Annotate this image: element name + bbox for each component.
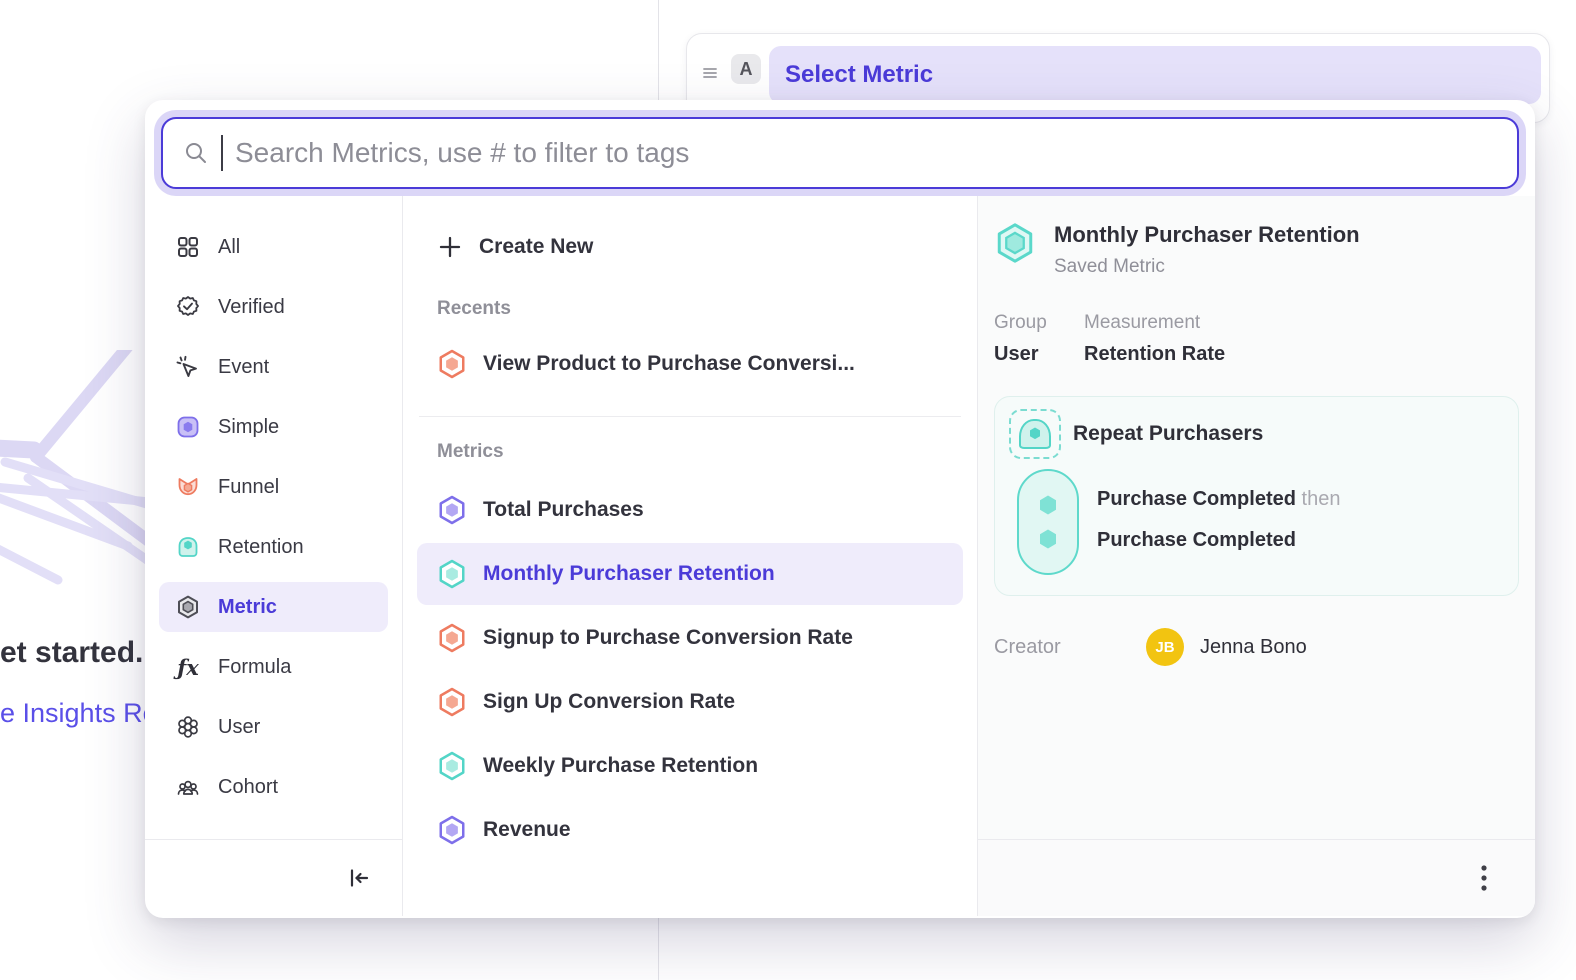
sidebar-item-user[interactable]: User [159,702,388,752]
sidebar-item-label: Event [218,356,269,379]
step-connector: then [1302,488,1341,510]
sidebar-item-event[interactable]: Event [159,342,388,392]
user-cluster-icon [175,714,201,740]
group-label: Group [994,312,1084,334]
measurement-label: Measurement [1084,312,1225,334]
sidebar-item-metric[interactable]: Metric [159,582,388,632]
sidebar-item-funnel[interactable]: Funnel [159,462,388,512]
metric-list-panel: Create New Recents View Product to Purch… [402,196,978,916]
metric-row-weekly-purchase-retention[interactable]: Weekly Purchase Retention [417,735,963,797]
metric-row-revenue[interactable]: Revenue [417,799,963,861]
sidebar-item-all[interactable]: All [159,222,388,272]
row-letter-badge: A [731,54,761,84]
hexagon-orange-icon [437,623,467,653]
formula-fx-icon: ƒx [175,654,201,680]
collapse-sidebar-button[interactable] [346,865,372,891]
metric-picker-modal: All Verified [145,100,1535,918]
metric-label: Monthly Purchaser Retention [483,562,775,586]
detail-title: Monthly Purchaser Retention [1054,222,1360,248]
create-new-button[interactable]: Create New [403,220,977,274]
sidebar-item-formula[interactable]: ƒx Formula [159,642,388,692]
sidebar-item-label: Verified [218,296,285,319]
event-sequence-capsule [1017,469,1079,575]
metric-hexagon-teal-icon [994,222,1036,264]
hexagon-orange-icon [437,349,467,379]
metric-label: Weekly Purchase Retention [483,754,758,778]
hexagon-teal-icon [437,559,467,589]
drag-handle-icon[interactable] [697,60,723,86]
list-divider [419,416,961,417]
metric-label: Total Purchases [483,498,644,522]
metric-detail-panel: Monthly Purchaser Retention Saved Metric… [978,196,1535,916]
sidebar-item-label: Cohort [218,776,278,799]
sidebar-item-label: All [218,236,240,259]
simple-metric-icon [175,414,201,440]
sidebar-item-label: Funnel [218,476,279,499]
detail-subtitle: Saved Metric [1054,256,1360,278]
retention-arch-icon [175,534,201,560]
metric-row-sign-up-conversion[interactable]: Sign Up Conversion Rate [417,671,963,733]
text-caret [221,135,223,171]
recent-metric-row[interactable]: View Product to Purchase Conversi... [403,334,977,394]
creator-avatar: JB [1146,628,1184,666]
definition-step-2: Purchase Completed [1097,520,1340,561]
sidebar-item-cohort[interactable]: Cohort [159,762,388,812]
search-icon [183,140,209,166]
metric-hexagon-icon [175,594,201,620]
definition-step-1: Purchase Completed then [1097,479,1340,520]
sidebar-item-verified[interactable]: Verified [159,282,388,332]
plus-icon [437,234,463,260]
background-illustration [0,350,150,590]
cohort-people-icon [175,774,201,800]
detail-footer [978,839,1535,916]
metric-label: Sign Up Conversion Rate [483,690,735,714]
search-focus-ring [154,110,1526,196]
sidebar-item-label: Formula [218,656,291,679]
search-box[interactable] [161,117,1519,189]
recents-header: Recents [403,298,977,320]
hexagon-orange-icon [437,687,467,717]
metric-label: Signup to Purchase Conversion Rate [483,626,853,650]
event-hexagon-icon [1036,493,1060,517]
get-started-text: et started. [0,636,143,670]
hexagon-purple-icon [437,815,467,845]
more-options-button[interactable] [1467,858,1501,898]
create-new-label: Create New [479,235,593,259]
group-value: User [994,343,1084,366]
sidebar-item-label: Simple [218,416,279,439]
cursor-event-icon [175,354,201,380]
hexagon-teal-icon [437,751,467,781]
filter-sidebar: All Verified [145,196,402,916]
sidebar-footer [145,839,402,916]
sidebar-item-label: Metric [218,596,277,619]
recent-metric-label: View Product to Purchase Conversi... [483,352,855,376]
retention-definition-icon [1009,409,1061,459]
metric-row-total-purchases[interactable]: Total Purchases [417,479,963,541]
search-input[interactable] [235,137,1497,169]
sidebar-item-retention[interactable]: Retention [159,522,388,572]
definition-name: Repeat Purchasers [1073,422,1263,446]
measurement-value: Retention Rate [1084,343,1225,366]
sidebar-item-simple[interactable]: Simple [159,402,388,452]
funnel-icon [175,474,201,500]
verified-badge-icon [175,294,201,320]
creator-name: Jenna Bono [1200,636,1307,659]
sidebar-item-label: Retention [218,536,304,559]
hexagon-purple-icon [437,495,467,525]
definition-card: Repeat Purchasers Purchase Comp [994,396,1519,596]
sidebar-item-label: User [218,716,260,739]
metric-label: Revenue [483,818,571,842]
select-metric-button[interactable]: Select Metric [769,46,1541,104]
creator-label: Creator [994,636,1146,659]
grid-icon [175,234,201,260]
metric-row-monthly-purchaser-retention[interactable]: Monthly Purchaser Retention [417,543,963,605]
metrics-header: Metrics [403,441,977,463]
event-hexagon-icon [1036,527,1060,551]
insights-report-link[interactable]: e Insights Re [0,698,158,729]
metric-row-signup-to-purchase[interactable]: Signup to Purchase Conversion Rate [417,607,963,669]
